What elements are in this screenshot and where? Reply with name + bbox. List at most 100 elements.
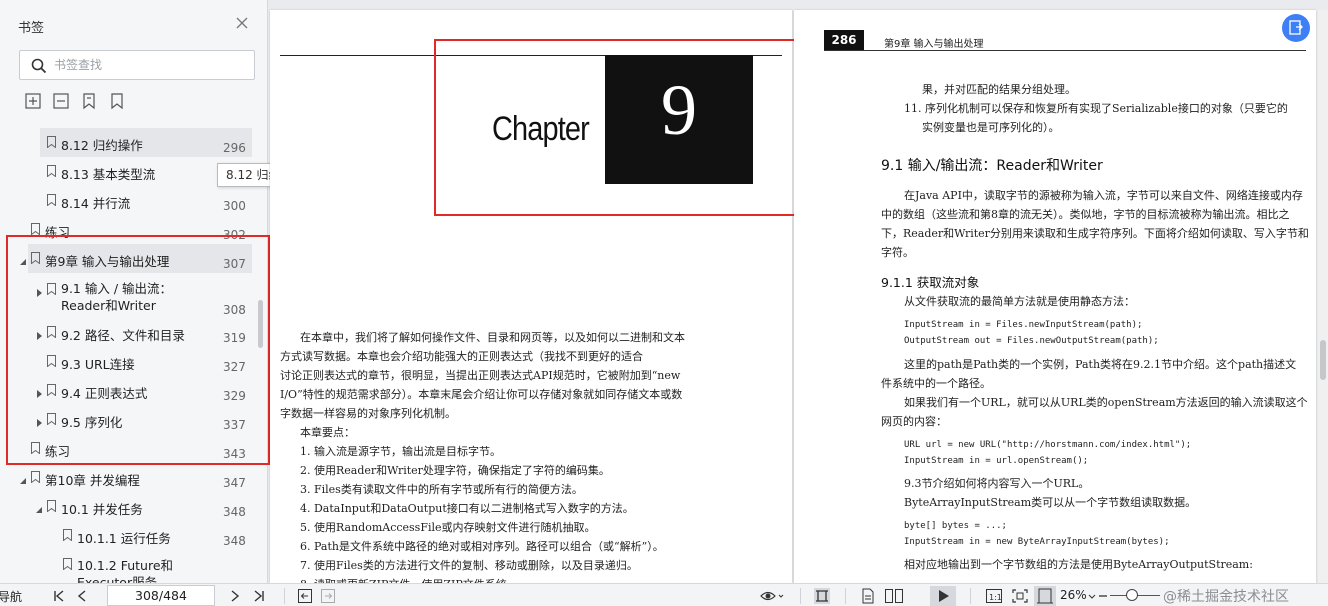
single-page-icon[interactable] (860, 588, 876, 604)
subsection-title: 9.1.1 获取流对象 (881, 275, 980, 290)
fit-width-icon[interactable] (1034, 586, 1056, 606)
page-number: 286 (824, 30, 864, 50)
zoom-level[interactable]: 26% (1060, 588, 1087, 602)
pdf-reader-app: 书签 书签查找 8.12 归约操作 296 8.13 基本类型流 8.14 并行… (0, 0, 1328, 606)
bookmark-icon (63, 529, 72, 542)
page-rule (824, 50, 1306, 51)
body-line: 中的数组（这些流和第8章的流无关）。类似地，字节的目标流被称为输出流。相比之 (881, 208, 1290, 221)
separator (284, 588, 285, 604)
remove-bookmark-icon[interactable] (52, 92, 72, 112)
status-bar: 导航 308/484 1:1 26% @稀土掘金技术社区 (0, 583, 1328, 606)
tree-item-page: 348 (223, 505, 246, 519)
bookmark-icon (63, 558, 72, 571)
page-indicator-input[interactable]: 308/484 (107, 585, 215, 606)
forward-icon[interactable] (320, 588, 336, 604)
tree-item-label: 10.1.2 Future和Executor服务 (77, 558, 174, 583)
search-icon (30, 57, 48, 75)
body-line: ByteArrayInputStream类可以从一个字节数组读取数据。 (904, 496, 1197, 509)
convert-button[interactable] (1282, 14, 1310, 42)
watermark: @稀土掘金技术社区 (1163, 589, 1289, 605)
fit-page-icon[interactable] (1011, 588, 1029, 604)
tree-item[interactable]: 8.14 并行流 300 (0, 186, 268, 215)
bookmark-search-input[interactable] (54, 55, 244, 75)
prev-page-icon[interactable] (76, 588, 88, 604)
first-page-icon[interactable] (52, 588, 66, 604)
tree-item-label: 10.1 并发任务 (61, 502, 143, 517)
body-line: 如果我们有一个URL，就可以从URL类的openStream方法返回的输入流读取… (904, 396, 1308, 409)
body-line: 从文件获取流的最简单方法就是使用静态方法： (904, 295, 1135, 308)
intro-line: 字数据一样容易的对象序列化机制。 (280, 407, 456, 420)
body-line: 果，并对匹配的结果分组处理。 (922, 83, 1076, 96)
tree-item[interactable]: 10.1.2 Future和Executor服务 (0, 550, 268, 583)
tree-item-chapter-10[interactable]: 第10章 并发编程 347 (0, 463, 268, 492)
zoom-out-icon[interactable] (1098, 588, 1108, 604)
convert-icon (1289, 20, 1303, 35)
body-line: 件系统中的一个路径。 (881, 377, 991, 390)
code-line: OutputStream out = Files.newOutputStream… (904, 336, 1159, 346)
tree-item-label: 8.12 归约操作 (61, 138, 143, 153)
section-title: 9.1 输入/输出流：Reader和Writer (881, 158, 1103, 174)
zoom-dropdown-icon[interactable] (1088, 588, 1096, 604)
point-item: 2. 使用Reader和Writer处理字符，确保指定了字符的编码集。 (300, 464, 610, 477)
body-line: 9.3节介绍如何将内容写入一个URL。 (904, 477, 1090, 490)
separator (800, 588, 801, 604)
point-item: 1. 输入流是源字节，输出流是目标字节。 (300, 445, 501, 458)
separator (845, 588, 846, 604)
svg-text:1:1: 1:1 (989, 593, 1002, 602)
tree-item-page: 348 (223, 534, 246, 548)
last-page-icon[interactable] (252, 588, 266, 604)
tree-item-page: 296 (223, 141, 246, 155)
tree-item-label: 8.14 并行流 (61, 196, 131, 211)
tree-item[interactable]: 10.1.1 运行任务 348 (0, 521, 268, 550)
bookmark-icon (47, 165, 56, 178)
bookmark-icon (31, 223, 40, 236)
single-page-view-icon[interactable] (812, 588, 832, 604)
intro-line: I/O”特性的规范需求部分）。本章末尾会介绍让你可以存储对象就如同存储文本或数 (280, 388, 683, 401)
sidebar-title: 书签 (18, 21, 45, 36)
bookmark-search-box[interactable] (19, 50, 255, 80)
eye-icon[interactable] (760, 588, 784, 604)
tree-item-label: 8.13 基本类型流 (61, 167, 156, 182)
document-scrollbar[interactable] (1318, 10, 1328, 583)
body-line: 下，Reader和Writer分别用来读取和生成字符序列。下面将介绍如何读取、写… (881, 227, 1309, 240)
annotation-red-box (434, 39, 800, 216)
add-bookmark-icon[interactable] (24, 92, 44, 112)
point-item: 4. DataInput和DataOutput接口有以二进制格式写入数字的方法。 (300, 502, 634, 515)
point-item: 6. Path是文件系统中路径的绝对或相对序列。路径可以组合（或“解析”）。 (300, 540, 664, 553)
body-line: 实例变量也是可序列化的）。 (922, 121, 1060, 134)
nav-label[interactable]: 导航 (0, 588, 22, 605)
next-page-icon[interactable] (229, 588, 241, 604)
tree-item[interactable]: 10.1 并发任务 348 (0, 492, 268, 521)
tree-item-page: 300 (223, 199, 246, 213)
bookmark-icon (31, 471, 40, 484)
body-line: 相对应地输出到一个字节数组的方法是使用ByteArrayOutputStream… (904, 558, 1253, 571)
body-line: 网页的内容： (881, 415, 947, 428)
collapse-arrow-icon[interactable] (19, 473, 27, 484)
tree-item[interactable]: 8.12 归约操作 296 (0, 128, 268, 157)
play-button[interactable] (930, 586, 956, 606)
bookmark-icon (47, 136, 56, 149)
code-line: InputStream in = new ByteArrayInputStrea… (904, 537, 1170, 547)
running-head: 第9章 输入与输出处理 (884, 39, 984, 50)
body-line: 这里的path是Path类的一个实例，Path类将在9.2.1节中介绍。这个pa… (904, 358, 1297, 371)
body-line: 字符。 (881, 246, 914, 259)
bookmark-icon[interactable] (108, 92, 128, 112)
bookmark-outline-icon[interactable] (80, 92, 100, 112)
back-icon[interactable] (297, 588, 313, 604)
tree-item-page: 347 (223, 476, 246, 490)
intro-line: 在本章中，我们将了解如何操作文件、目录和网页等，以及如何以二进制和文本 (300, 331, 685, 344)
point-item: 7. 使用Files类的方法进行文件的复制、移动或删除，以及目录递归。 (300, 559, 638, 572)
body-line: 11. 序列化机制可以保存和恢复所有实现了Serializable接口的对象（只… (904, 102, 1288, 115)
zoom-slider-knob[interactable] (1126, 589, 1138, 601)
actual-size-icon[interactable]: 1:1 (985, 588, 1003, 604)
tree-item-label: 第10章 并发编程 (45, 473, 140, 488)
close-icon[interactable] (234, 15, 250, 31)
tree-item-label: 10.1.1 运行任务 (77, 531, 171, 546)
two-page-icon[interactable] (884, 588, 904, 604)
annotation-red-box (6, 235, 270, 465)
scrollbar-thumb[interactable] (1320, 340, 1326, 380)
document-page-right: 286 第9章 输入与输出处理 果，并对匹配的结果分组处理。 11. 序列化机制… (794, 10, 1316, 583)
collapse-arrow-icon[interactable] (35, 502, 43, 513)
intro-line: 方式读写数据。本章也会介绍功能强大的正则表达式（我找不到更好的适合 (280, 350, 643, 363)
separator (970, 588, 971, 604)
